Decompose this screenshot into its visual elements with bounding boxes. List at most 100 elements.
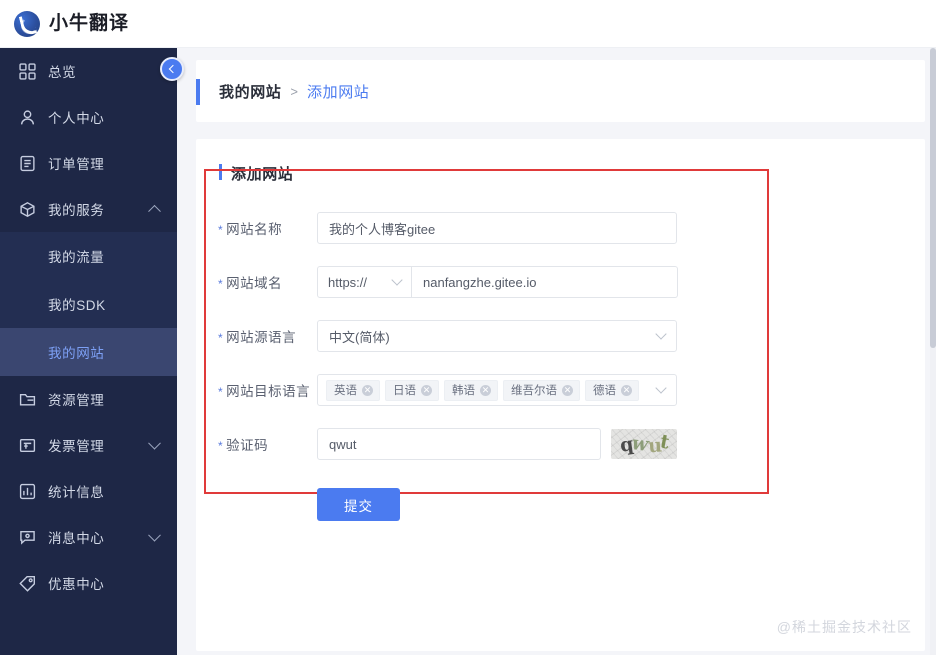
target-language-tag[interactable]: 韩语 ✕	[444, 379, 498, 401]
page-title: 添加网站	[219, 163, 925, 184]
app-root: 小牛翻译 总览 个人中心 订单管理 我的服务 我的流量 我的SDK 我的网站 资…	[0, 0, 936, 655]
brand-name: 小牛翻译	[49, 13, 130, 34]
watermark: @稀土掘金技术社区	[776, 619, 912, 635]
chevron-down-icon[interactable]	[148, 436, 161, 450]
sidebar-item-resource-management[interactable]: 资源管理	[0, 376, 177, 422]
tag-label: 日语	[393, 385, 416, 397]
sidebar-item-label: 优惠中心	[48, 577, 105, 592]
close-circle-icon[interactable]: ✕	[480, 384, 491, 396]
sidebar-item-order-management[interactable]: 订单管理	[0, 140, 177, 186]
grid-icon	[18, 62, 36, 80]
chevron-down-icon	[655, 382, 667, 394]
sidebar-collapse-button[interactable]	[160, 57, 184, 81]
close-circle-icon[interactable]: ✕	[362, 384, 373, 396]
form-row-site-domain: * 网站域名 https:// nanfangzhe.gitee.io	[196, 266, 925, 298]
add-website-form: * 网站名称 我的个人博客gitee * 网站域名 https:// nanfa…	[196, 184, 925, 521]
site-domain-value: nanfangzhe.gitee.io	[423, 274, 537, 290]
sidebar-item-personal-center[interactable]: 个人中心	[0, 94, 177, 140]
form-row-target-language: * 网站目标语言 英语 ✕ 日语 ✕ 韩语 ✕ 维吾尔语 ✕ 德语 ✕	[196, 374, 925, 406]
chevron-down-icon	[655, 328, 667, 340]
chevron-down-icon[interactable]	[148, 528, 161, 542]
folder-icon	[18, 390, 36, 408]
captcha-value: qwut	[329, 436, 357, 452]
add-website-form-card: 添加网站 * 网站名称 我的个人博客gitee * 网站域名 https:// …	[196, 139, 925, 651]
required-mark: *	[218, 223, 224, 237]
sidebar-submenu-my-services: 我的流量 我的SDK 我的网站	[0, 232, 177, 376]
captcha-image[interactable]: qwut	[611, 429, 677, 459]
source-language-select[interactable]: 中文(简体)	[317, 320, 677, 352]
form-row-source-language: * 网站源语言 中文(简体)	[196, 320, 925, 352]
sidebar-item-discount-center[interactable]: 优惠中心	[0, 560, 177, 606]
breadcrumb: 我的网站 > 添加网站	[196, 60, 925, 122]
captcha-label: * 验证码	[218, 438, 269, 453]
captcha-input[interactable]: qwut	[317, 428, 601, 460]
required-mark: *	[218, 277, 224, 291]
sidebar-item-label: 统计信息	[48, 485, 105, 500]
tag-label: 英语	[334, 385, 357, 397]
protocol-select[interactable]: https://	[317, 266, 412, 298]
sidebar-item-overview[interactable]: 总览	[0, 48, 177, 94]
required-mark: *	[218, 439, 224, 453]
protocol-value: https://	[328, 274, 368, 290]
chat-icon	[18, 528, 36, 546]
site-domain-group: https:// nanfangzhe.gitee.io	[317, 266, 678, 298]
sidebar-item-my-services[interactable]: 我的服务	[0, 186, 177, 232]
scrollbar-thumb[interactable]	[930, 48, 936, 348]
site-domain-label: * 网站域名	[218, 276, 283, 291]
close-circle-icon[interactable]: ✕	[562, 384, 573, 396]
bar-chart-icon	[18, 482, 36, 500]
sidebar-item-label: 资源管理	[48, 393, 105, 408]
site-domain-input[interactable]: nanfangzhe.gitee.io	[412, 266, 678, 298]
source-language-value: 中文(简体)	[329, 329, 390, 345]
close-circle-icon[interactable]: ✕	[421, 384, 432, 396]
tag-label: 维吾尔语	[511, 385, 557, 397]
target-language-tag[interactable]: 维吾尔语 ✕	[503, 379, 580, 401]
sidebar-item-invoice-management[interactable]: 发票管理	[0, 422, 177, 468]
sidebar: 总览 个人中心 订单管理 我的服务 我的流量 我的SDK 我的网站 资源管理 发…	[0, 48, 177, 655]
site-name-label: * 网站名称	[218, 222, 283, 237]
form-row-site-name: * 网站名称 我的个人博客gitee	[196, 212, 925, 244]
sidebar-item-label: 总览	[48, 65, 77, 80]
sidebar-item-message-center[interactable]: 消息中心	[0, 514, 177, 560]
target-language-tag[interactable]: 日语 ✕	[385, 379, 439, 401]
tag-label: 德语	[593, 385, 616, 397]
sidebar-item-label: 消息中心	[48, 531, 105, 546]
sidebar-subitem-label: 我的网站	[48, 346, 105, 361]
tag-label: 韩语	[452, 385, 475, 397]
sidebar-item-statistics[interactable]: 统计信息	[0, 468, 177, 514]
chevron-left-icon	[168, 64, 178, 74]
tag-icon	[18, 574, 36, 592]
logo-bar: 小牛翻译	[0, 0, 936, 48]
invoice-icon	[18, 436, 36, 454]
sidebar-subitem-my-website[interactable]: 我的网站	[0, 328, 177, 376]
sidebar-subitem-my-traffic[interactable]: 我的流量	[0, 232, 177, 280]
required-mark: *	[218, 385, 224, 399]
target-language-select[interactable]: 英语 ✕ 日语 ✕ 韩语 ✕ 维吾尔语 ✕ 德语 ✕	[317, 374, 677, 406]
required-mark: *	[218, 331, 224, 345]
sidebar-item-label: 发票管理	[48, 439, 105, 454]
sidebar-subitem-label: 我的SDK	[48, 298, 106, 313]
submit-button[interactable]: 提交	[317, 488, 400, 521]
site-name-value: 我的个人博客gitee	[329, 221, 436, 237]
target-language-tag[interactable]: 德语 ✕	[585, 379, 639, 401]
breadcrumb-parent[interactable]: 我的网站	[219, 81, 281, 102]
sidebar-subitem-my-sdk[interactable]: 我的SDK	[0, 280, 177, 328]
form-row-captcha: * 验证码 qwut qwut	[196, 428, 925, 460]
cube-icon	[18, 200, 36, 218]
close-circle-icon[interactable]: ✕	[621, 384, 632, 396]
sidebar-item-label: 订单管理	[48, 157, 105, 172]
main-content: 我的网站 > 添加网站 添加网站 * 网站名称 我的个人博客gitee * 网站…	[177, 48, 936, 655]
sidebar-item-label: 我的服务	[48, 203, 105, 218]
sidebar-subitem-label: 我的流量	[48, 250, 105, 265]
site-name-input[interactable]: 我的个人博客gitee	[317, 212, 677, 244]
target-language-label: * 网站目标语言	[218, 384, 311, 399]
chevron-up-icon[interactable]	[148, 204, 161, 218]
niutrans-logo-icon	[14, 10, 40, 37]
target-language-tag[interactable]: 英语 ✕	[326, 379, 380, 401]
chevron-down-icon	[391, 274, 403, 286]
breadcrumb-current[interactable]: 添加网站	[307, 81, 369, 102]
source-language-label: * 网站源语言	[218, 330, 297, 345]
document-list-icon	[18, 154, 36, 172]
user-icon	[18, 108, 36, 126]
sidebar-item-label: 个人中心	[48, 111, 105, 126]
